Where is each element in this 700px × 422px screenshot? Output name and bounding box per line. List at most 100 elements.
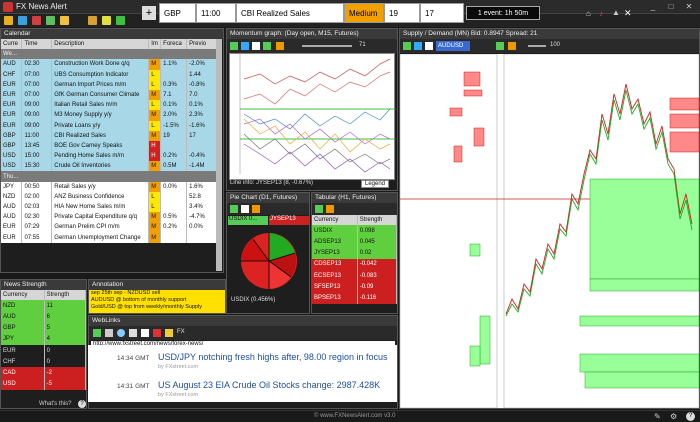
status-gear-icon[interactable]: ⚙: [670, 412, 677, 421]
wl-grid-icon[interactable]: [93, 329, 101, 337]
momentum-slider[interactable]: [302, 45, 352, 47]
cell-forecast: 0.2%: [160, 222, 188, 233]
col-description[interactable]: Description: [51, 39, 150, 50]
rss-icon[interactable]: ⌂: [586, 9, 591, 18]
wl-star-icon[interactable]: [165, 329, 173, 337]
col-previous[interactable]: Previo: [186, 39, 219, 50]
whats-this-link[interactable]: What's this?: [39, 401, 72, 407]
calendar-row[interactable]: NZD 02:00 ANZ Business Confidence L 52.8: [1, 191, 219, 202]
cell-forecast: 19: [160, 130, 188, 141]
add-event-button[interactable]: +: [142, 6, 156, 20]
cell-forecast: 2.0%: [160, 110, 188, 121]
rewind-icon[interactable]: [276, 42, 284, 50]
settings-icon[interactable]: [102, 16, 111, 25]
status-help-icon[interactable]: ?: [686, 412, 695, 421]
minimize-button[interactable]: _: [644, 1, 662, 12]
strength-row: EUR 0: [1, 344, 87, 357]
calendar-row[interactable]: EUR 09:00 Private Loans y/y L -1.5% -1.6%: [1, 120, 219, 131]
chart-icon[interactable]: [46, 16, 55, 25]
folder-icon[interactable]: [88, 16, 97, 25]
sd-symbol-select[interactable]: AUDUSD: [436, 41, 470, 51]
calendar-icon[interactable]: [4, 16, 13, 25]
cell-forecast: 0.3%: [160, 79, 188, 90]
close-button[interactable]: ✕: [680, 1, 698, 12]
calendar-row[interactable]: USD 15:30 Crude Oil Inventories M 0.5M -1.4M: [1, 161, 219, 172]
sd-rewind-icon[interactable]: [508, 42, 516, 50]
wl-globe-icon[interactable]: [117, 329, 125, 337]
momentum-legend[interactable]: Legend: [361, 180, 390, 188]
cell-time: 15:00: [21, 151, 53, 162]
strength-row: GBP 5: [1, 322, 87, 334]
sound-icon[interactable]: [60, 16, 69, 25]
wl-add-icon[interactable]: [153, 329, 161, 337]
sd-grid-icon[interactable]: [403, 42, 411, 50]
tab-grid-icon[interactable]: [315, 205, 323, 213]
calendar-row[interactable]: JPY 00:50 Retail Sales y/y M 0.0% 1.6%: [1, 181, 219, 192]
news-time: 14:34 GMT: [117, 355, 150, 362]
play-icon[interactable]: [241, 42, 249, 50]
cell-previous: 0.0%: [186, 222, 219, 233]
calendar-row[interactable]: USD 15:00 Pending Home Sales m/m H 0.2% -0.4%: [1, 151, 219, 162]
strength-currency: ADSEP13: [312, 236, 358, 248]
wl-list-icon[interactable]: [105, 329, 113, 337]
news-time: 14:31 GMT: [117, 383, 150, 390]
strength-currency: EUR: [1, 344, 45, 357]
col-impact[interactable]: Im: [148, 39, 162, 50]
pie-nav-icon[interactable]: [252, 205, 260, 213]
grid-icon[interactable]: [230, 42, 238, 50]
pause-icon[interactable]: [252, 42, 260, 50]
sd-list-icon[interactable]: [496, 42, 504, 50]
calendar-row[interactable]: EUR 07:00 German Import Prices m/m L 0.3% -0.…: [1, 79, 219, 90]
maximize-button[interactable]: □: [662, 1, 680, 12]
sound-toggle-icon[interactable]: ♪: [599, 9, 603, 18]
week-label: We...: [1, 49, 219, 60]
calendar-scrollbar[interactable]: [216, 39, 222, 271]
footer-copyright: © www.FXNewsAlert.com v3.0: [314, 413, 396, 419]
col-currency[interactable]: Curre: [1, 39, 23, 50]
calendar-row[interactable]: GBP 13:45 BOE Gov Carney Speaks H: [1, 140, 219, 152]
list-icon[interactable]: [263, 42, 271, 50]
calendar-row[interactable]: EUR 07:00 GfK German Consumer Climate M 7.1 7…: [1, 89, 219, 101]
news-item[interactable]: 14:31 GMT US August 23 EIA Crude Oil Sto…: [88, 378, 397, 400]
annotation-text[interactable]: sep 25th sep - NZDUSD sell AUDUSD @ bott…: [89, 290, 225, 313]
news-icon[interactable]: [18, 16, 27, 25]
sd-pause-icon[interactable]: [425, 42, 433, 50]
alert-icon[interactable]: [32, 16, 41, 25]
calendar-row[interactable]: GBP 11:00 CBI Realized Sales M 19 17: [1, 130, 219, 141]
help-icon[interactable]: ?: [78, 400, 86, 408]
calendar-header-row: Curre Time Description Im Foreca Previo: [1, 39, 219, 50]
tools-icon[interactable]: ✎: [654, 412, 661, 421]
cell-time: 07:29: [21, 222, 53, 233]
news-source: by FXstreet.com: [158, 364, 199, 370]
calendar-row[interactable]: EUR 09:00 Italian Retail Sales m/m L 0.1% 0.1…: [1, 100, 219, 111]
strength-row: NZD 11: [1, 300, 87, 312]
check-icon[interactable]: [116, 16, 125, 25]
col-forecast[interactable]: Foreca: [160, 39, 188, 50]
sd-play-icon[interactable]: [414, 42, 422, 50]
up-arrow-icon[interactable]: ▲: [612, 8, 620, 17]
calendar-row[interactable]: EUR 07:29 German Prelim CPI m/m M 0.2% 0.0%: [1, 222, 219, 233]
news-headline[interactable]: USD/JPY notching fresh highs after, 98.0…: [158, 352, 387, 362]
sd-slider[interactable]: [528, 45, 546, 47]
calendar-row[interactable]: AUD 02:30 Private Capital Expenditure q/q M…: [1, 212, 219, 223]
wl-fx-icon[interactable]: FX: [177, 329, 185, 335]
tab-list-icon[interactable]: [326, 205, 334, 213]
calendar-row[interactable]: AUD 02:03 HIA New Home Sales m/m L 3.4%: [1, 202, 219, 213]
calendar-row[interactable]: CHF 07:00 UBS Consumption Indicator L 1.44: [1, 69, 219, 80]
strength-currency: JPY: [1, 333, 45, 345]
wl-home-icon[interactable]: [141, 329, 149, 337]
pie-grid-icon[interactable]: [230, 205, 238, 213]
pie-list-icon[interactable]: [241, 205, 249, 213]
tabular-toolbar: [312, 203, 397, 215]
status-bar: © www.FXNewsAlert.com v3.0 ✎ ⚙ ?: [0, 410, 700, 422]
news-headline[interactable]: US August 23 EIA Crude Oil Stocks change…: [158, 380, 380, 390]
news-item[interactable]: 14:34 GMT USD/JPY notching fresh highs a…: [88, 350, 397, 372]
wl-gear-icon[interactable]: [129, 329, 137, 337]
calendar-row[interactable]: AUD 02:30 Construction Work Done q/q M 1.1% -…: [1, 59, 219, 70]
cell-impact: L: [148, 202, 162, 213]
col-time[interactable]: Time: [21, 39, 53, 50]
calendar-row[interactable]: EUR 09:00 M3 Money Supply y/y M 2.0% 2.3%: [1, 110, 219, 121]
calendar-row[interactable]: EUR 07:55 German Unemployment Change M: [1, 232, 219, 243]
week-separator-row[interactable]: Thu...: [1, 171, 219, 182]
event-close-icon[interactable]: ✕: [624, 8, 632, 19]
